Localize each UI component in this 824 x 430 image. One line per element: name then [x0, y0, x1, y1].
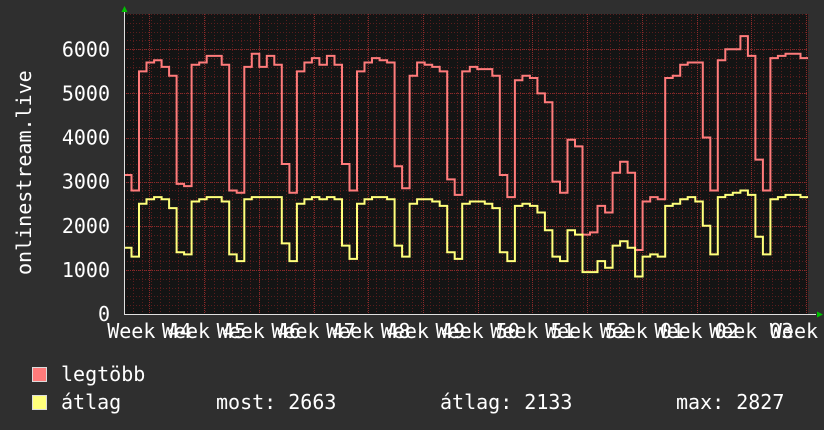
legend-label-max: legtöbb	[61, 362, 146, 386]
y-tick-label: 1000	[62, 258, 110, 282]
legend-item-avg: átlag	[32, 390, 121, 414]
legend-swatch-avg	[32, 394, 47, 410]
legend-swatch-max	[32, 366, 47, 382]
legend-item-max: legtöbb	[32, 362, 145, 386]
y-tick-label: 4000	[62, 126, 110, 150]
legend-label-avg: átlag	[61, 390, 122, 414]
y-tick-label: 3000	[62, 170, 110, 194]
x-axis-arrow	[817, 311, 823, 318]
y-tick-label: 5000	[62, 81, 110, 105]
stat-max: max: 2827	[676, 390, 785, 414]
y-tick-label: 2000	[62, 214, 110, 238]
stat-avg: átlag: 2133	[440, 390, 573, 414]
y-tick-label: 6000	[62, 37, 110, 61]
y-axis-label: onlinestream.live	[12, 70, 36, 275]
y-axis-arrow	[121, 6, 128, 12]
stat-now: most: 2663	[216, 390, 337, 414]
x-tick-label: Week 0	[770, 319, 824, 343]
